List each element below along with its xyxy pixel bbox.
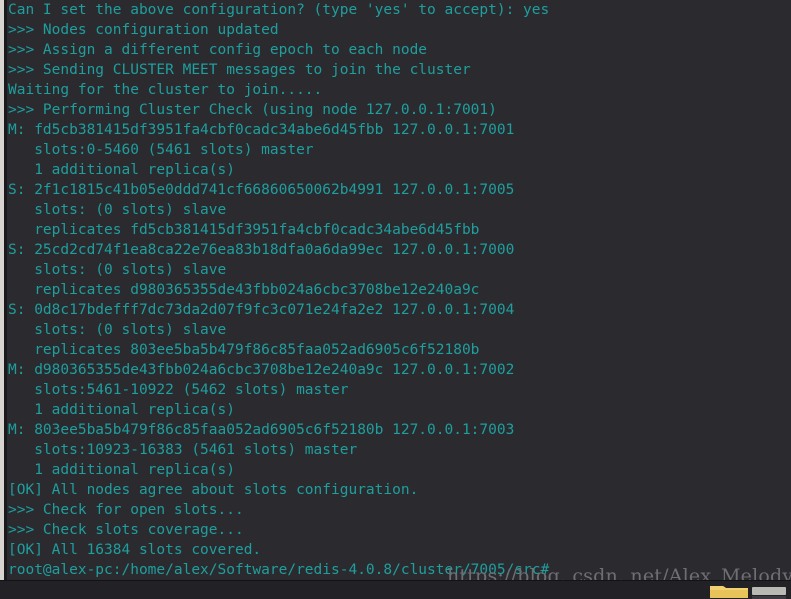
terminal-line: slots: (0 slots) slave [8, 322, 227, 338]
terminal-line: replicates fd5cb381415df3951fa4cbf0cadc3… [8, 222, 480, 238]
terminal-line: Waiting for the cluster to join..... [8, 82, 323, 98]
terminal-line: S: 0d8c17bdefff7dc73da2d07f9fc3c071e24fa… [8, 302, 515, 318]
terminal-line: M: 803ee5ba5b479f86c85faa052ad6905c6f521… [8, 422, 515, 438]
terminal-line: replicates 803ee5ba5b479f86c85faa052ad69… [8, 342, 480, 358]
terminal-line: 1 additional replica(s) [8, 402, 235, 418]
terminal-line: >>> Performing Cluster Check (using node… [8, 102, 497, 118]
folder-icon[interactable] [710, 583, 748, 598]
terminal-line: slots: (0 slots) slave [8, 262, 227, 278]
terminal-window: Can I set the above configuration? (type… [0, 0, 791, 599]
terminal-line: M: d980365355de43fbb024a6cbc3708be12e240… [8, 362, 515, 378]
terminal-line: >>> Assign a different config epoch to e… [8, 42, 428, 58]
terminal-line: 1 additional replica(s) [8, 462, 235, 478]
terminal-line: >>> Nodes configuration updated [8, 22, 279, 38]
terminal-line: slots:0-5460 (5461 slots) master [8, 142, 314, 158]
terminal-line: [OK] All nodes agree about slots configu… [8, 482, 419, 498]
terminal-output-area[interactable]: Can I set the above configuration? (type… [7, 0, 791, 581]
terminal-line: slots: (0 slots) slave [8, 202, 227, 218]
terminal-prompt-line[interactable]: root@alex-pc:/home/alex/Software/redis-4… [7, 560, 791, 580]
terminal-line: >>> Check slots coverage... [8, 522, 244, 538]
terminal-line: >>> Check for open slots... [8, 502, 244, 518]
terminal-line: slots:10923-16383 (5461 slots) master [8, 442, 358, 458]
terminal-line: Can I set the above configuration? (type… [8, 2, 550, 18]
terminal-line: replicates d980365355de43fbb024a6cbc3708… [8, 282, 480, 298]
desktop-taskbar[interactable] [0, 580, 791, 599]
terminal-line: 1 additional replica(s) [8, 162, 235, 178]
terminal-line: S: 2f1c1815c41b05e0ddd741cf66860650062b4… [8, 182, 515, 198]
terminal-line: [OK] All 16384 slots covered. [8, 542, 262, 558]
terminal-line: slots:5461-10922 (5462 slots) master [8, 382, 349, 398]
terminal-line: M: fd5cb381415df3951fa4cbf0cadc34abe6d45… [8, 122, 515, 138]
terminal-line: >>> Sending CLUSTER MEET messages to joi… [8, 62, 471, 78]
taskbar-indicator[interactable] [752, 587, 786, 595]
terminal-line: S: 25cd2cd74f1ea8ca22e76ea83b18dfa0a6da9… [8, 242, 515, 258]
